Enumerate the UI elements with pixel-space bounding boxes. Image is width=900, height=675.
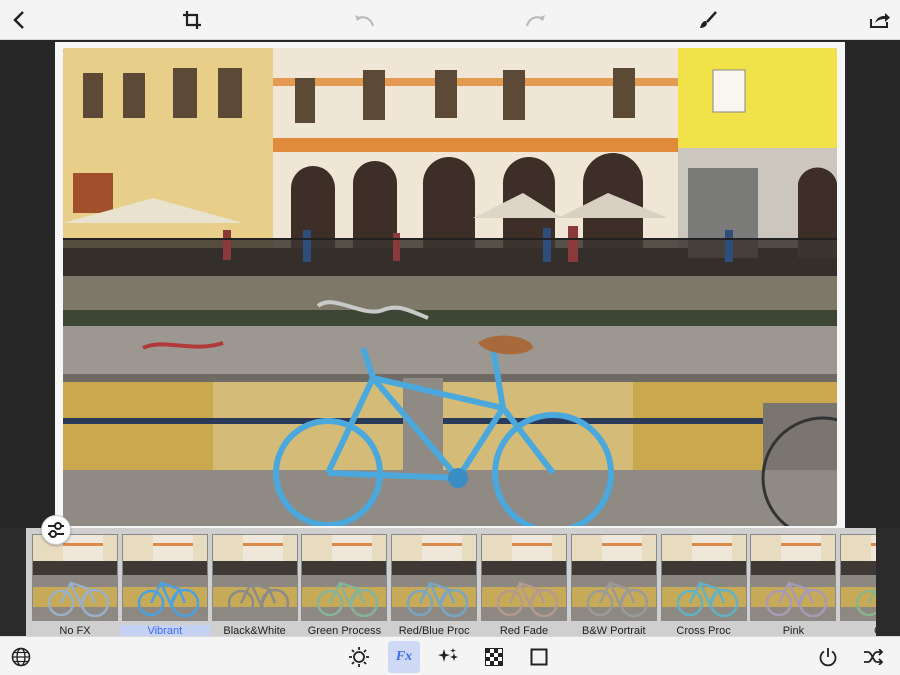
edited-photo[interactable] [63, 48, 837, 526]
back-button[interactable] [5, 6, 33, 34]
fx-label: Fx [395, 649, 413, 664]
filter-label[interactable]: Black&White [210, 625, 300, 636]
filter-label[interactable]: No FX [30, 625, 120, 636]
share-button[interactable] [866, 6, 894, 34]
sparkle-button[interactable] [433, 641, 465, 673]
filter-preview-image [302, 535, 387, 620]
globe-icon [11, 647, 31, 667]
filter-label[interactable]: Green Process [299, 625, 389, 636]
back-icon [13, 11, 24, 29]
filter-preview-image [122, 535, 207, 620]
shuffle-icon [864, 649, 883, 665]
top-toolbar [0, 0, 900, 40]
filter-label[interactable]: Red/Blue Proc [389, 625, 479, 636]
undo-icon [355, 15, 375, 27]
filter-preview-image [392, 535, 477, 620]
power-icon [819, 648, 837, 667]
filter-preview-image [571, 535, 656, 620]
filter-preview-image [482, 535, 566, 620]
frame-button[interactable] [523, 641, 555, 673]
filter-thumbnail[interactable] [32, 534, 118, 621]
photo-scene [63, 48, 837, 526]
sliders-icon [48, 522, 64, 538]
adjust-sliders-button[interactable] [41, 515, 71, 545]
crop-icon [183, 11, 201, 29]
share-icon [870, 13, 890, 28]
filter-thumbnail[interactable] [660, 534, 747, 621]
brush-button[interactable] [694, 6, 722, 34]
filter-label[interactable]: Red Fade [479, 625, 569, 636]
filter-label[interactable]: Cross Proc [659, 625, 749, 636]
crop-button[interactable] [178, 6, 206, 34]
sparkle-icon [438, 648, 458, 662]
filter-thumbnail[interactable] [301, 534, 388, 621]
brush-icon [700, 11, 717, 28]
filter-thumbnail[interactable] [121, 534, 208, 621]
filter-preview-image [841, 535, 876, 620]
redo-icon [525, 15, 545, 27]
globe-button[interactable] [5, 641, 37, 673]
filter-thumbnail[interactable] [391, 534, 478, 621]
filter-preview-image [751, 535, 836, 620]
filter-label[interactable]: Gre [838, 625, 876, 636]
fx-tab-button[interactable]: Fx [388, 641, 420, 673]
filter-preview-image [33, 535, 117, 620]
power-button[interactable] [812, 641, 844, 673]
frame-icon [530, 648, 548, 666]
filter-thumbnail[interactable] [570, 534, 657, 621]
filter-label[interactable]: B&W Portrait [569, 625, 659, 636]
canvas-area [0, 40, 900, 532]
bottom-toolbar: Fx [0, 636, 900, 675]
checker-icon [485, 648, 503, 666]
brightness-button[interactable] [343, 641, 375, 673]
undo-button[interactable] [350, 6, 378, 34]
photo-border-frame [55, 42, 845, 532]
filter-thumbnail[interactable] [211, 534, 298, 621]
filter-preview-image [661, 535, 746, 620]
filter-label[interactable]: Pink [748, 625, 838, 636]
filter-strip[interactable]: No FX Vibrant Black&White Green Process Red/… [26, 528, 876, 636]
texture-button[interactable] [478, 641, 510, 673]
filter-label[interactable]: Vibrant [119, 625, 210, 636]
brightness-icon [349, 647, 369, 667]
filter-thumbnail[interactable] [481, 534, 567, 621]
filter-thumbnail[interactable] [750, 534, 837, 621]
redo-button[interactable] [522, 6, 550, 34]
shuffle-button[interactable] [857, 641, 889, 673]
filter-thumbnail[interactable] [840, 534, 876, 621]
filter-preview-image [212, 535, 297, 620]
